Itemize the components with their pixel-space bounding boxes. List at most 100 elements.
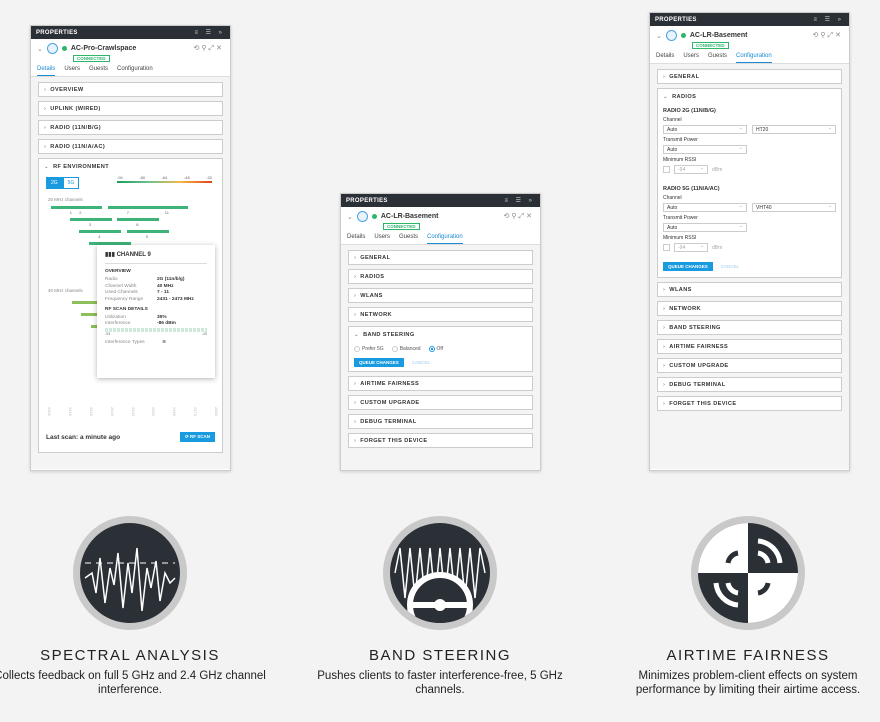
channel-select[interactable]: Auto — [663, 203, 747, 212]
section-debug-terminal[interactable]: › DEBUG TERMINAL — [657, 377, 842, 392]
tab-guests[interactable]: Guests — [89, 66, 108, 76]
chevron-down-icon[interactable]: ⌄ — [656, 32, 662, 40]
section-network[interactable]: › NETWORK — [657, 301, 842, 316]
tab-users[interactable]: Users — [683, 53, 699, 63]
panel-header-icons[interactable]: ≡ ☰ » — [194, 29, 225, 36]
chevron-right-icon: › — [44, 105, 47, 112]
chevron-right-icon: › — [663, 324, 666, 331]
scale-label: -48 — [183, 175, 190, 180]
properties-panel-radios: PROPERTIES ≡ ☰ » ⌄ AC-LR-Basement ⟲⚲⤢✕ CONNEC… — [649, 12, 850, 471]
band-5G[interactable]: 5G — [62, 177, 80, 189]
device-actions-icons[interactable]: ⟲⚲⤢✕ — [813, 31, 843, 40]
steering-wheel-icon — [383, 516, 497, 630]
band-2G[interactable]: 2G — [46, 177, 63, 189]
transmit-power-select[interactable]: Auto — [663, 145, 747, 154]
tab-users[interactable]: Users — [374, 234, 390, 244]
section-label: GENERAL — [669, 73, 700, 80]
section-uplink-wired-[interactable]: › UPLINK (WIRED) — [38, 101, 223, 116]
radio-off[interactable]: Off — [428, 346, 443, 352]
panel-header: PROPERTIES ≡ ☰ » — [31, 26, 230, 39]
tab-configuration[interactable]: Configuration — [427, 234, 463, 244]
airtime-quadrant-icon — [691, 516, 805, 630]
tab-details[interactable]: Details — [347, 234, 365, 244]
tab-configuration[interactable]: Configuration — [736, 53, 772, 63]
channel-bar-20mhz[interactable] — [107, 206, 150, 209]
panel-header-icons[interactable]: ≡ ☰ » — [504, 197, 535, 204]
feature-desc: Minimizes problem-client effects on syst… — [635, 670, 861, 696]
queue-changes-button[interactable]: QUEUE CHANGES — [663, 262, 713, 271]
chevron-down-icon[interactable]: ⌄ — [347, 213, 353, 221]
row-label: Used Channels — [105, 290, 138, 295]
cancel-button[interactable]: CANCEL — [721, 264, 739, 269]
section-radio-11n-b-g-[interactable]: › RADIO (11N/B/G) — [38, 120, 223, 135]
section-radios[interactable]: › RADIOS — [348, 269, 533, 284]
channel-bar-20mhz[interactable] — [79, 230, 122, 233]
panel-body: › GENERAL ⌄ RADIOS RADIO 2G (11N/B/G) Channel… — [650, 64, 849, 469]
rssi-checkbox[interactable] — [663, 166, 670, 173]
channel-bar-20mhz[interactable] — [69, 218, 112, 221]
frequency-tick: 2460 — [172, 407, 178, 416]
section-custom-upgrade[interactable]: › CUSTOM UPGRADE — [348, 395, 533, 410]
frequency-tick: 2400 — [46, 407, 52, 416]
section-forget-this-device[interactable]: › FORGET THIS DEVICE — [348, 433, 533, 448]
panel-header-icons[interactable]: ≡ ☰ » — [813, 16, 844, 23]
device-actions-icons[interactable]: ⟲⚲⤢✕ — [194, 44, 224, 53]
section-general[interactable]: › GENERAL — [657, 69, 842, 84]
tab-details[interactable]: Details — [656, 53, 674, 63]
section-wlans[interactable]: › WLANS — [657, 282, 842, 297]
scale-labels: -94 -80 -64 -48 -32 — [117, 175, 212, 180]
section-band-steering[interactable]: ⌄ BAND STEERING — [349, 327, 532, 342]
tab-configuration[interactable]: Configuration — [117, 66, 153, 76]
status-dot-icon — [680, 33, 686, 38]
row-label: Interference — [105, 321, 131, 326]
section-wlans[interactable]: › WLANS — [348, 288, 533, 303]
queue-changes-button[interactable]: QUEUE CHANGES — [354, 358, 404, 367]
section-custom-upgrade[interactable]: › CUSTOM UPGRADE — [657, 358, 842, 373]
chevron-right-icon: › — [354, 418, 357, 425]
radio-button[interactable] — [354, 346, 360, 352]
section-radio-11n-a-ac-[interactable]: › RADIO (11N/A/AC) — [38, 139, 223, 154]
section-debug-terminal[interactable]: › DEBUG TERMINAL — [348, 414, 533, 429]
radio-balanced[interactable]: Balanced — [391, 346, 421, 352]
row-value: 35% — [157, 314, 167, 320]
tab-guests[interactable]: Guests — [399, 234, 418, 244]
rssi-input[interactable]: -94 — [674, 243, 708, 252]
channel-bar-20mhz[interactable] — [145, 206, 188, 209]
chevron-right-icon: › — [354, 292, 357, 299]
channel-select[interactable]: Auto — [663, 125, 747, 134]
rf-scan-button[interactable]: ⟳ RF SCAN — [179, 432, 215, 442]
rssi-checkbox[interactable] — [663, 244, 670, 251]
channel-width-select[interactable]: HT20 — [752, 125, 836, 134]
section-label: BAND STEERING — [669, 324, 721, 331]
chevron-right-icon: › — [354, 311, 357, 318]
section-network[interactable]: › NETWORK — [348, 307, 533, 322]
scale-label: -80 — [139, 175, 146, 180]
rssi-input[interactable]: -94 — [674, 165, 708, 174]
chevron-down-icon[interactable]: ⌄ — [37, 45, 43, 53]
channel-bar-20mhz[interactable] — [60, 206, 103, 209]
channel-bar-20mhz[interactable] — [126, 230, 169, 233]
section-airtime-fairness[interactable]: › AIRTIME FAIRNESS — [348, 376, 533, 391]
channel-label: 11 — [164, 210, 169, 215]
panel-body: › GENERAL › RADIOS › WLANS › NETWORK ⌄ BAND STEER… — [341, 245, 540, 470]
radio-button[interactable] — [391, 346, 398, 352]
section-overview[interactable]: › OVERVIEW — [38, 82, 223, 97]
section-band-steering[interactable]: › BAND STEERING — [657, 320, 842, 335]
device-icon — [665, 30, 677, 41]
section-general[interactable]: › GENERAL — [348, 250, 533, 265]
section-airtime-fairness[interactable]: › AIRTIME FAIRNESS — [657, 339, 842, 354]
channel-width-select[interactable]: VHT40 — [752, 203, 836, 212]
section-rf-environment[interactable]: ⌄ RF ENVIRONMENT — [39, 159, 222, 174]
device-actions-icons[interactable]: ⟲⚲⤢✕ — [504, 212, 534, 221]
radio-prefer-5g[interactable]: Prefer 5G — [354, 346, 384, 352]
section-radios[interactable]: ⌄ RADIOS — [658, 89, 841, 104]
range-max: -29 — [201, 332, 207, 336]
channel-bar-20mhz[interactable] — [117, 218, 160, 221]
radio-button[interactable] — [428, 346, 435, 352]
section-forget-this-device[interactable]: › FORGET THIS DEVICE — [657, 396, 842, 411]
transmit-power-select[interactable]: Auto — [663, 223, 747, 232]
cancel-button[interactable]: CANCEL — [412, 360, 430, 365]
tab-users[interactable]: Users — [64, 66, 80, 76]
tab-guests[interactable]: Guests — [708, 53, 727, 63]
tab-details[interactable]: Details — [37, 66, 56, 76]
